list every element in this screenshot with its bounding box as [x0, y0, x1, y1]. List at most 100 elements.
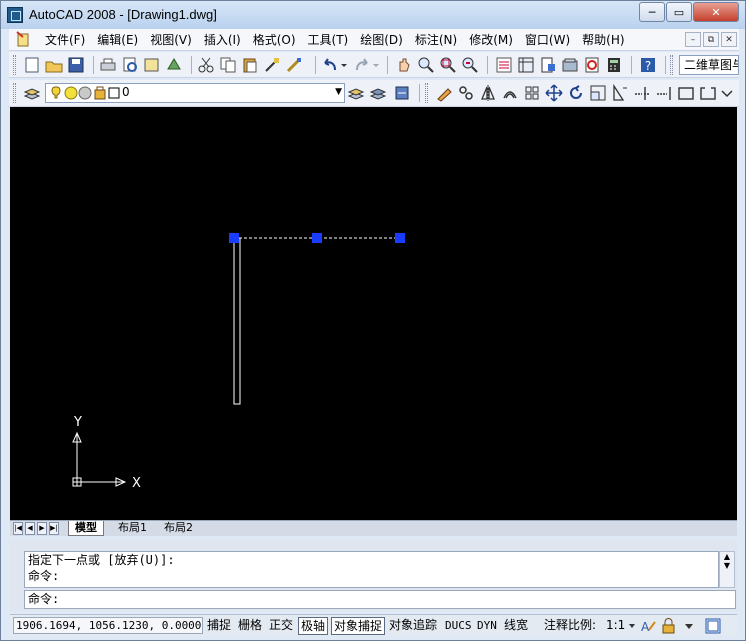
ortho-toggle[interactable]: 正交 — [267, 617, 295, 635]
lock-icon[interactable] — [660, 618, 678, 634]
array-icon[interactable] — [523, 84, 541, 102]
undo-icon[interactable] — [321, 56, 339, 74]
save-icon[interactable] — [67, 56, 85, 74]
paste-icon[interactable] — [241, 56, 259, 74]
tab-model[interactable]: 模型 — [68, 521, 104, 536]
doc-minimize-button[interactable]: – — [685, 32, 701, 47]
chevron-down-icon[interactable] — [628, 619, 636, 633]
layer-states-icon[interactable] — [393, 84, 411, 102]
menu-item[interactable]: 视图(V) — [144, 32, 198, 48]
drawing-viewport[interactable]: Y X — [10, 107, 737, 520]
close-button[interactable]: ✕ — [693, 2, 739, 22]
toolbar-grip[interactable] — [13, 55, 16, 75]
menu-item[interactable]: 标注(N) — [409, 32, 463, 48]
annotation-scale-value[interactable]: 1:1 — [604, 617, 627, 635]
redo-icon[interactable] — [353, 56, 371, 74]
rotate-icon[interactable] — [567, 84, 585, 102]
ducs-toggle[interactable]: DUCS — [443, 617, 474, 635]
move-icon[interactable] — [545, 84, 563, 102]
grip-midpoint[interactable] — [312, 233, 322, 243]
coordinate-readout[interactable]: 1906.1694, 1056.1230, 0.0000 — [13, 617, 203, 634]
last-tab-button[interactable]: ▶| — [49, 522, 59, 535]
menu-item[interactable]: 帮助(H) — [576, 32, 630, 48]
chevron-down-icon[interactable]: ▼ — [335, 87, 342, 97]
autocad-app-icon[interactable] — [7, 7, 23, 23]
print-icon[interactable] — [99, 56, 117, 74]
grip-end[interactable] — [395, 233, 405, 243]
open-file-icon[interactable] — [45, 56, 63, 74]
pan-realtime-icon[interactable] — [395, 56, 413, 74]
cut-icon[interactable] — [197, 56, 215, 74]
clean-screen-icon[interactable] — [704, 617, 722, 635]
menu-item[interactable]: 格式(O) — [247, 32, 302, 48]
zoom-previous-icon[interactable] — [461, 56, 479, 74]
next-tab-button[interactable]: ▶ — [37, 522, 47, 535]
lineweight-toggle[interactable]: 线宽 — [502, 617, 530, 635]
command-scrollbar[interactable]: ▲ ▼ — [719, 551, 735, 588]
chevron-down-icon[interactable] — [684, 619, 694, 633]
doc-close-button[interactable]: ✕ — [721, 32, 737, 47]
match-properties-icon[interactable] — [263, 56, 281, 74]
markup-set-manager-icon[interactable] — [583, 56, 601, 74]
command-input[interactable]: 命令: — [24, 590, 736, 609]
doc-restore-button[interactable]: ⧉ — [703, 32, 719, 47]
tool-palettes-icon[interactable] — [539, 56, 557, 74]
rectangle-shape[interactable] — [233, 237, 241, 405]
maximize-button[interactable]: ▭ — [666, 2, 692, 22]
layer-dropdown[interactable]: 0 ▼ — [45, 83, 345, 103]
menu-item[interactable]: 编辑(E) — [91, 32, 144, 48]
modify-toolbar-grip[interactable] — [425, 83, 428, 103]
otrack-toggle[interactable]: 对象追踪 — [387, 617, 439, 635]
drawing-area[interactable]: Y X — [10, 107, 737, 520]
erase-icon[interactable] — [435, 84, 453, 102]
design-center-icon[interactable] — [517, 56, 535, 74]
layers-toolbar-grip[interactable] — [13, 83, 16, 103]
minimize-button[interactable]: ─ — [639, 2, 665, 22]
sheet-set-manager-icon[interactable] — [561, 56, 579, 74]
polar-toggle[interactable]: 极轴 — [298, 617, 329, 635]
menu-item[interactable]: 工具(T) — [302, 32, 355, 48]
layer-manager-icon[interactable] — [23, 84, 41, 102]
publish-icon[interactable] — [143, 56, 161, 74]
tab-layout2[interactable]: 布局2 — [158, 521, 199, 536]
grip-start[interactable] — [229, 233, 239, 243]
copy-object-icon[interactable] — [457, 84, 475, 102]
zoom-realtime-icon[interactable] — [417, 56, 435, 74]
copy-icon[interactable] — [219, 56, 237, 74]
redo-dropdown-icon[interactable] — [371, 56, 381, 74]
new-file-icon[interactable] — [23, 56, 41, 74]
offset-icon[interactable] — [501, 84, 519, 102]
toolbar-overflow-icon[interactable] — [719, 84, 735, 102]
menu-item[interactable]: 插入(I) — [198, 32, 247, 48]
menu-item[interactable]: 文件(F) — [39, 32, 91, 48]
quickcalc-icon[interactable] — [605, 56, 623, 74]
menu-item[interactable]: 窗口(W) — [519, 32, 576, 48]
tab-layout1[interactable]: 布局1 — [112, 521, 153, 536]
3d-dwf-icon[interactable] — [165, 56, 183, 74]
workspace-toolbar-grip[interactable] — [670, 55, 673, 75]
break-at-point-icon[interactable] — [677, 84, 695, 102]
undo-dropdown-icon[interactable] — [339, 56, 349, 74]
make-object-layer-current-icon[interactable] — [347, 84, 365, 102]
osnap-toggle[interactable]: 对象捕捉 — [331, 617, 386, 635]
document-icon[interactable] — [15, 31, 31, 47]
break-icon[interactable] — [699, 84, 717, 102]
trim-icon[interactable] — [633, 84, 651, 102]
first-tab-button[interactable]: |◀ — [13, 522, 23, 535]
zoom-window-icon[interactable] — [439, 56, 457, 74]
block-editor-icon[interactable] — [285, 56, 303, 74]
workspace-selector[interactable]: 二维草图与注释 — [679, 55, 739, 75]
snap-toggle[interactable]: 捕捉 — [205, 617, 233, 635]
grid-toggle[interactable]: 栅格 — [236, 617, 264, 635]
plot-preview-icon[interactable] — [121, 56, 139, 74]
mirror-icon[interactable] — [479, 84, 497, 102]
menu-item[interactable]: 修改(M) — [463, 32, 519, 48]
prev-tab-button[interactable]: ◀ — [25, 522, 35, 535]
dyn-toggle[interactable]: DYN — [475, 617, 499, 635]
help-icon[interactable]: ? — [639, 56, 657, 74]
layer-previous-icon[interactable] — [369, 84, 387, 102]
scale-icon[interactable] — [589, 84, 607, 102]
extend-icon[interactable] — [655, 84, 673, 102]
properties-icon[interactable] — [495, 56, 513, 74]
stretch-icon[interactable] — [611, 84, 629, 102]
